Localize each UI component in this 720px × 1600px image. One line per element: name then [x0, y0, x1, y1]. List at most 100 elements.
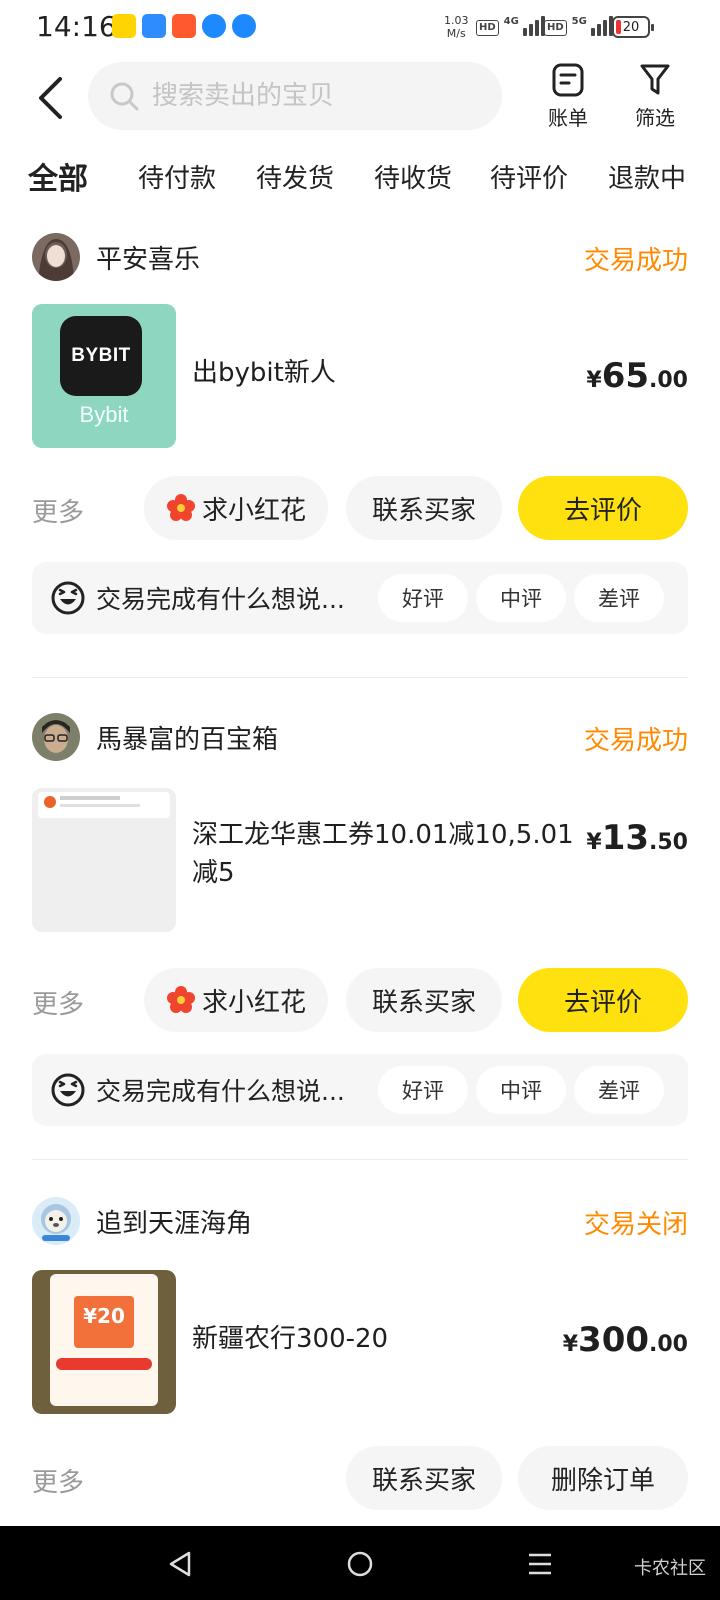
thumbnail-caption: Bybit: [79, 402, 129, 427]
product-price: ¥13.50: [586, 818, 688, 858]
request-flower-button[interactable]: 求小红花: [144, 476, 328, 540]
order-status: 交易成功: [583, 246, 688, 276]
review-bar: 交易完成有什么想说... 好评 中评 差评: [32, 1054, 688, 1126]
product-thumbnail: [32, 788, 176, 932]
product-title-line: 深工龙华惠工券10.01减10,5.01: [192, 820, 574, 850]
tab-refunding[interactable]: 退款中: [608, 158, 686, 195]
battery-icon: 20: [612, 16, 654, 38]
neutral-review-chip[interactable]: 中评: [476, 574, 566, 622]
sold-orders-screen: 14:16 1.03 M/s HD 4G HD 5G 20 搜索卖出的宝贝 账单…: [0, 0, 720, 1600]
product-price: ¥300.00: [563, 1320, 688, 1360]
tab-pending-review[interactable]: 待评价: [490, 158, 568, 195]
tab-label: 全部: [28, 162, 88, 197]
coupon-amount: ¥20: [83, 1304, 125, 1328]
tab-all[interactable]: 全部: [26, 154, 90, 198]
price-currency: ¥: [586, 830, 602, 855]
order-status: 交易成功: [583, 726, 688, 756]
avatar[interactable]: [32, 1197, 80, 1245]
search-input[interactable]: [152, 81, 482, 111]
order-tabs: 全部 待付款 待发货 待收货 待评价 退款中: [0, 150, 720, 206]
review-button[interactable]: 去评价: [518, 968, 688, 1032]
watermark-text: 卡农社区: [634, 1558, 706, 1579]
product-row[interactable]: ¥20 新疆农行300-20 ¥300.00: [32, 1270, 688, 1414]
network-speed-unit: M/s: [446, 27, 466, 40]
thumbnail-brand-text: BYBIT: [71, 345, 131, 366]
product-row[interactable]: BYBIT Bybit 出bybit新人 ¥65.00: [32, 304, 688, 448]
filter-button[interactable]: 筛选: [623, 62, 687, 131]
chevron-left-icon: [39, 77, 62, 119]
button-label: 求小红花: [201, 987, 306, 1018]
back-button[interactable]: [28, 70, 72, 126]
neutral-review-chip[interactable]: 中评: [476, 1066, 566, 1114]
tab-pending-receipt[interactable]: 待收货: [374, 158, 452, 195]
review-button[interactable]: 去评价: [518, 476, 688, 540]
contact-buyer-button[interactable]: 联系买家: [346, 1446, 502, 1510]
product-thumbnail: BYBIT Bybit: [32, 304, 176, 448]
review-prompt[interactable]: 交易完成有什么想说...: [96, 1072, 345, 1108]
battery-level: 20: [622, 19, 640, 35]
review-bar: 交易完成有什么想说... 好评 中评 差评: [32, 562, 688, 634]
good-review-chip[interactable]: 好评: [378, 574, 468, 622]
more-link[interactable]: 更多: [32, 984, 84, 1021]
search-bar[interactable]: [88, 62, 502, 130]
price-decimal: .50: [649, 830, 688, 855]
network-speed-value: 1.03: [444, 14, 469, 27]
product-title-line: 减5: [192, 858, 235, 888]
price-integer: 300: [578, 1320, 650, 1360]
avatar[interactable]: [32, 713, 80, 761]
price-integer: 13: [601, 818, 650, 858]
network-type-label: 4G: [503, 16, 519, 27]
app-notification-icon: [112, 14, 136, 38]
request-flower-button[interactable]: 求小红花: [144, 968, 328, 1032]
price-decimal: .00: [649, 1332, 688, 1357]
avatar[interactable]: [32, 233, 80, 281]
seller-row[interactable]: 馬暴富的百宝箱 交易成功: [32, 712, 688, 762]
nav-back-button[interactable]: [160, 1546, 200, 1582]
tab-pending-payment[interactable]: 待付款: [138, 158, 216, 195]
nav-home-button[interactable]: [340, 1546, 380, 1582]
bill-button[interactable]: 账单: [536, 62, 600, 131]
delete-order-button[interactable]: 删除订单: [518, 1446, 688, 1510]
order-actions: 更多 联系买家 删除订单: [32, 1446, 688, 1510]
contact-buyer-button[interactable]: 联系买家: [346, 476, 502, 540]
product-title: 深工龙华惠工券10.01减10,5.01 减5: [192, 816, 574, 892]
bad-review-chip[interactable]: 差评: [574, 1066, 664, 1114]
contact-buyer-button[interactable]: 联系买家: [346, 968, 502, 1032]
seller-row[interactable]: 追到天涯海角 交易关闭: [32, 1196, 688, 1246]
order-actions: 更多 求小红花 联系买家 去评价: [32, 476, 688, 540]
button-label: 求小红花: [201, 495, 306, 526]
circle-home-icon: [347, 1551, 373, 1577]
search-icon: [110, 82, 139, 111]
price-currency: ¥: [586, 368, 602, 393]
bad-review-chip[interactable]: 差评: [574, 574, 664, 622]
nav-recents-button[interactable]: [520, 1546, 560, 1582]
seller-name: 馬暴富的百宝箱: [96, 724, 279, 755]
app-notification-icon: [142, 14, 166, 38]
more-link[interactable]: 更多: [32, 492, 84, 529]
more-link[interactable]: 更多: [32, 1462, 84, 1499]
order-status: 交易关闭: [583, 1210, 688, 1240]
laughing-face-icon: [51, 1073, 85, 1107]
product-row[interactable]: 深工龙华惠工券10.01减10,5.01 减5 ¥13.50: [32, 788, 688, 932]
notification-icons: [112, 14, 256, 38]
seller-row[interactable]: 平安喜乐 交易成功: [32, 232, 688, 282]
filter-label: 筛选: [635, 106, 675, 130]
network-type-label: 5G: [571, 16, 587, 27]
order-actions: 更多 求小红花 联系买家 去评价: [32, 968, 688, 1032]
good-review-chip[interactable]: 好评: [378, 1066, 468, 1114]
seller-name: 平安喜乐: [96, 244, 201, 275]
price-decimal: .00: [649, 368, 688, 393]
app-notification-icon: [232, 14, 256, 38]
status-bar: 14:16 1.03 M/s HD 4G HD 5G 20: [0, 0, 720, 54]
review-prompt[interactable]: 交易完成有什么想说...: [96, 580, 345, 616]
hd-badge: HD: [476, 20, 499, 36]
bill-icon: [552, 63, 584, 97]
triangle-back-icon: [169, 1551, 191, 1577]
status-time: 14:16: [36, 10, 117, 43]
product-title: 出bybit新人: [192, 358, 336, 388]
product-title: 新疆农行300-20: [192, 1324, 389, 1354]
cell-signal-1: HD 4G: [476, 16, 545, 36]
tab-pending-shipment[interactable]: 待发货: [256, 158, 334, 195]
order-divider: [32, 677, 688, 678]
system-navigation-bar: 卡农社区: [0, 1526, 720, 1600]
